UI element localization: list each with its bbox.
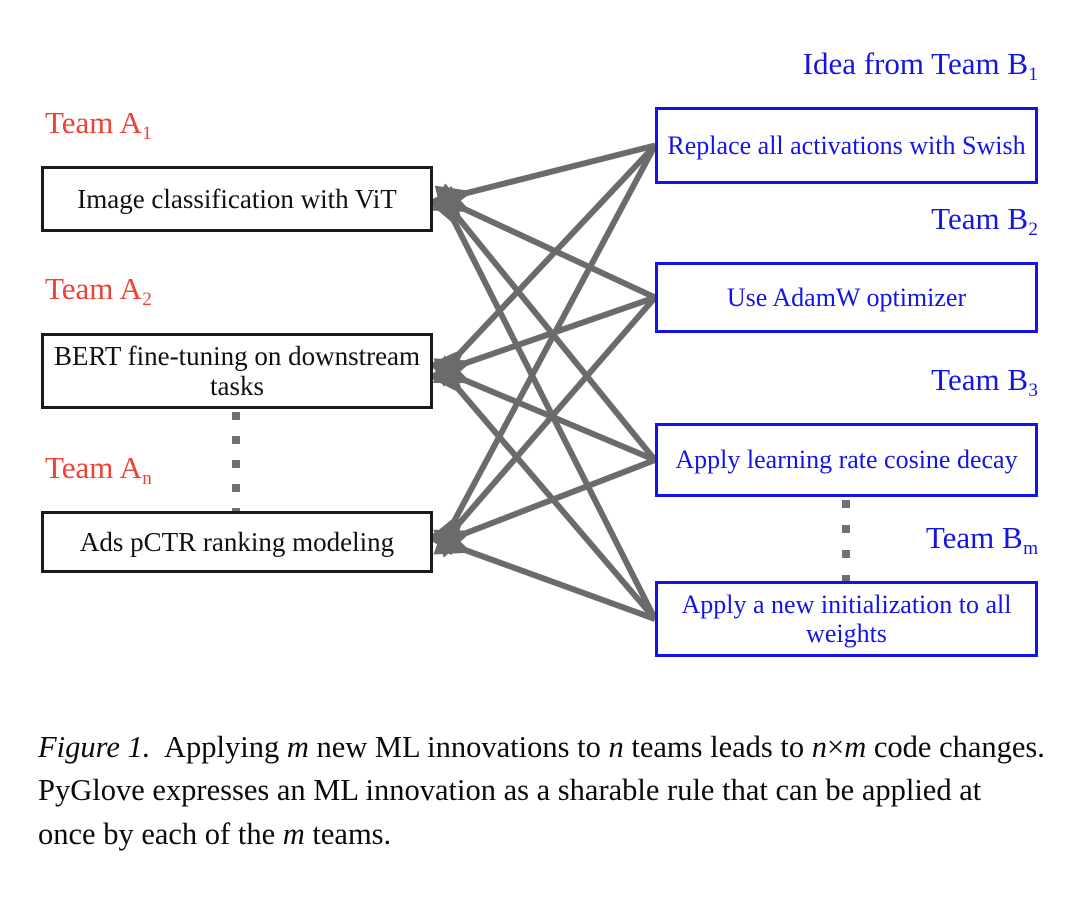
team-label-an-text: Team A: [45, 450, 142, 485]
team-label-an: Team An: [45, 450, 152, 488]
arrow-edge: [428, 295, 658, 556]
ellipsis-dot: [842, 550, 850, 558]
arrow-edge: [427, 144, 658, 554]
caption-part3: teams leads to: [623, 730, 812, 764]
figure-caption: Figure 1. Applying m new ML innovations …: [38, 726, 1046, 856]
innovation-box-bm[interactable]: Apply a new initialization to all weight…: [655, 581, 1038, 657]
team-label-a1: Team A1: [45, 105, 152, 143]
innovation-column-ellipsis: [842, 500, 850, 583]
team-label-a2: Team A2: [45, 271, 152, 309]
innovation-box-b3[interactable]: Apply learning rate cosine decay: [655, 423, 1038, 497]
caption-part1: Applying: [163, 730, 287, 764]
arrow-edge: [433, 294, 656, 387]
arrow-edge: [433, 457, 657, 558]
innovation-label-bm-text: Team B: [925, 520, 1023, 555]
caption-var-n-2: n: [811, 730, 828, 764]
team-box-a1-text: Image classification with ViT: [77, 183, 397, 214]
arrow-group: [427, 142, 658, 622]
innovation-label-b3: Team B3: [931, 362, 1038, 400]
caption-figure-word: Figure 1.: [38, 730, 151, 764]
innovation-label-b2: Team B2: [931, 201, 1038, 239]
ellipsis-dot: [232, 460, 240, 468]
innovation-box-b1[interactable]: Replace all activations with Swish: [655, 107, 1038, 184]
innovation-box-bm-text: Apply a new initialization to all weight…: [681, 589, 1012, 648]
caption-var-m-1: m: [286, 730, 309, 764]
arrow-edge: [427, 187, 658, 621]
team-box-an[interactable]: Ads pCTR ranking modeling: [41, 511, 433, 573]
innovation-label-b3-sub: 3: [1028, 380, 1038, 402]
innovation-label-b2-sub: 2: [1028, 219, 1038, 241]
innovation-label-b1-text: Idea from Team B: [802, 46, 1029, 81]
caption-times-symbol: ×: [827, 730, 845, 764]
arrow-edge: [432, 183, 657, 301]
innovation-label-b1: Idea from Team B1: [802, 46, 1038, 84]
caption-part5: teams.: [304, 816, 392, 851]
arrow-edge: [432, 355, 657, 463]
innovation-label-b3-text: Team B: [931, 362, 1029, 397]
team-label-a1-text: Team A: [45, 105, 142, 140]
innovation-label-b2-text: Team B: [931, 201, 1029, 236]
team-box-an-text: Ads pCTR ranking modeling: [79, 526, 395, 557]
team-box-a2[interactable]: BERT fine-tuning on downstream tasks: [41, 333, 433, 409]
team-label-an-sub: n: [142, 468, 152, 490]
team-box-a1[interactable]: Image classification with ViT: [41, 166, 433, 232]
ellipsis-dot: [232, 436, 240, 444]
innovation-label-bm: Team Bm: [925, 520, 1038, 558]
ellipsis-dot: [842, 525, 850, 533]
caption-var-n-1: n: [608, 730, 624, 764]
arrow-edge: [428, 143, 658, 385]
ellipsis-dot: [842, 500, 850, 508]
innovation-label-bm-sub: m: [1023, 538, 1038, 560]
team-column-ellipsis: [232, 412, 240, 516]
arrow-edge: [428, 185, 658, 462]
ellipsis-dot: [232, 484, 240, 492]
caption-var-m-2: m: [844, 730, 867, 764]
innovation-box-b1-text: Replace all activations with Swish: [667, 130, 1026, 160]
innovation-box-b3-text: Apply learning rate cosine decay: [675, 445, 1018, 475]
innovation-label-b1-sub: 1: [1028, 64, 1038, 86]
arrow-edge: [434, 142, 656, 215]
team-label-a2-sub: 2: [142, 289, 152, 311]
team-label-a2-text: Team A: [45, 271, 142, 306]
arrow-edge: [428, 357, 658, 621]
arrow-edge: [433, 526, 657, 622]
ellipsis-dot: [232, 412, 240, 420]
innovation-box-b2-text: Use AdamW optimizer: [726, 282, 967, 312]
team-box-a2-text: BERT fine-tuning on downstream tasks: [53, 340, 421, 401]
team-label-a1-sub: 1: [142, 123, 152, 145]
caption-var-m-3: m: [282, 816, 305, 851]
innovation-box-b2[interactable]: Use AdamW optimizer: [655, 262, 1038, 333]
caption-part2: new ML innovations to: [308, 730, 609, 764]
